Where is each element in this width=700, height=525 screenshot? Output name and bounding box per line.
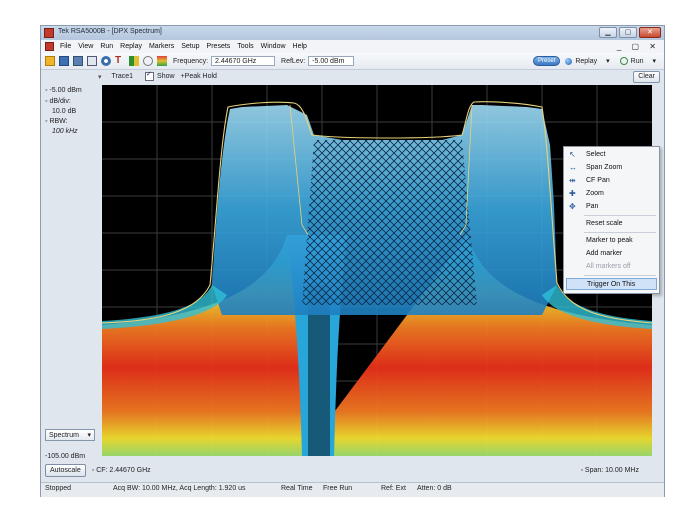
reflev-input[interactable]: -5.00 dBm	[308, 56, 355, 66]
cf-value: CF: 2.44670 GHz	[96, 466, 151, 474]
bottom-level-readout: -105.00 dBm	[45, 453, 86, 460]
menu-separator	[584, 275, 656, 276]
app-menu-icon[interactable]	[45, 42, 54, 51]
minimize-button[interactable]: ▁	[599, 27, 617, 38]
replay-label: Replay	[575, 57, 598, 65]
main-toolbar: T Frequency: 2.44670 GHz RefLev: -5.00 d…	[41, 53, 664, 70]
db-div-value: 10.0 dB	[52, 108, 77, 115]
menu-file[interactable]: File	[60, 43, 78, 50]
menu-view[interactable]: View	[78, 43, 100, 50]
menu-item-span-zoom[interactable]: ↔ Span Zoom	[564, 162, 659, 174]
trace-selector[interactable]: Trace1	[112, 73, 134, 80]
rbw-readout[interactable]: ◦ RBW:	[45, 118, 68, 125]
axis-bar: Autoscale ◦ CF: 2.44670 GHz ◦ Span: 10.0…	[41, 463, 664, 477]
ref-level-value: -5.00 dBm	[49, 87, 82, 94]
menu-item-select[interactable]: ↖ Select	[564, 149, 659, 161]
save-icon[interactable]	[59, 56, 69, 66]
open-folder-icon[interactable]	[45, 56, 55, 66]
span-readout[interactable]: ◦ Span: 10.00 MHz	[580, 467, 639, 474]
copy-icon[interactable]	[87, 56, 97, 66]
run-state: Stopped	[45, 485, 72, 492]
status-bar: Stopped Acq BW: 10.00 MHz, Acq Length: 1…	[41, 482, 664, 497]
pan-icon: ✥	[569, 202, 576, 211]
menu-window[interactable]: Window	[261, 43, 293, 50]
replay-button[interactable]: Replay ▾	[565, 57, 610, 65]
db-div-label: dB/div:	[49, 98, 71, 105]
context-menu: ↖ Select ↔ Span Zoom ⇹ CF Pan ✚ Zoom ✥ Pan Re…	[563, 146, 660, 294]
select-arrow-icon: ↖	[569, 150, 576, 159]
ref-level-readout[interactable]: ◦ -5.00 dBm	[45, 87, 82, 94]
menu-separator	[584, 232, 656, 233]
trigger-icon[interactable]: T	[115, 56, 125, 66]
replay-dropdown-icon[interactable]: ▾	[606, 57, 610, 65]
application-window: Tek RSA5000B - [DPX Spectrum] ▁ ▢ ✕ File…	[40, 25, 665, 497]
trace-bar: ▾ Trace1 Show +Peak Hold Clear	[41, 70, 664, 83]
run-label: Run	[630, 57, 644, 65]
menu-item-zoom[interactable]: ✚ Zoom	[564, 188, 659, 200]
menu-markers[interactable]: Markers	[149, 43, 181, 50]
acquisition-mode: Real Time	[281, 485, 313, 492]
trace-dropdown-icon[interactable]: ▾	[98, 73, 102, 81]
app-logo-icon	[44, 28, 54, 38]
run-icon	[619, 57, 628, 65]
zoom-icon: ✚	[569, 189, 576, 198]
window-title: Tek RSA5000B - [DPX Spectrum]	[58, 28, 162, 35]
menu-run[interactable]: Run	[100, 43, 120, 50]
print-icon[interactable]	[73, 56, 83, 66]
measurements-icon[interactable]	[129, 56, 139, 66]
menu-item-reset-scale[interactable]: Reset scale	[564, 218, 659, 230]
displays-icon[interactable]	[157, 56, 167, 66]
menu-item-pan[interactable]: ✥ Pan	[564, 201, 659, 213]
menu-item-marker-to-peak[interactable]: Marker to peak	[564, 235, 659, 247]
menu-help[interactable]: Help	[293, 43, 314, 50]
menu-separator	[584, 215, 656, 216]
title-bar: Tek RSA5000B - [DPX Spectrum] ▁ ▢ ✕	[41, 26, 664, 40]
window-controls: ▁ ▢ ✕	[599, 27, 661, 38]
attenuation: Atten: 0 dB	[417, 485, 452, 492]
run-dropdown-icon[interactable]: ▾	[652, 57, 656, 65]
preset-button[interactable]: Preset	[532, 56, 561, 66]
acquisition-info: Acq BW: 10.00 MHz, Acq Length: 1.920 us	[113, 485, 246, 492]
menu-tools[interactable]: Tools	[237, 43, 260, 50]
signal-mesh	[302, 140, 477, 305]
rbw-value: 100 kHz	[52, 128, 78, 135]
menu-item-all-markers-off: All markers off	[586, 263, 631, 270]
span-value: Span: 10.00 MHz	[584, 466, 639, 474]
trigger-mode: Free Run	[323, 485, 353, 492]
close-button[interactable]: ✕	[639, 27, 661, 38]
maximize-button[interactable]: ▢	[619, 27, 637, 38]
reflev-label: RefLev:	[281, 57, 306, 65]
frequency-input[interactable]: 2.44670 GHz	[211, 56, 276, 66]
menu-item-trigger-on-this[interactable]: Trigger On This	[566, 278, 657, 290]
menu-item-cf-pan[interactable]: ⇹ CF Pan	[564, 175, 659, 187]
center-frequency-readout[interactable]: ◦ CF: 2.44670 GHz	[92, 467, 151, 474]
clear-button[interactable]: Clear	[633, 70, 660, 83]
reference-source: Ref: Ext	[381, 485, 406, 492]
run-button[interactable]: Run ▾	[619, 57, 656, 65]
db-div-readout[interactable]: ◦ dB/div:	[45, 98, 71, 105]
show-checkbox[interactable]	[145, 70, 155, 81]
frequency-label: Frequency:	[173, 57, 209, 65]
settings-gear-icon[interactable]	[101, 56, 111, 66]
show-label: Show	[157, 73, 175, 80]
view-select[interactable]: Spectrum	[45, 429, 95, 442]
span-zoom-icon: ↔	[569, 163, 577, 172]
cf-pan-icon: ⇹	[569, 176, 576, 185]
markers-icon[interactable]	[143, 56, 153, 66]
menu-item-add-marker[interactable]: Add marker	[564, 248, 659, 260]
autoscale-button[interactable]: Autoscale	[45, 463, 86, 477]
peak-hold-selector[interactable]: +Peak Hold	[181, 73, 217, 80]
menu-replay[interactable]: Replay	[120, 43, 149, 50]
menu-bar: File View Run Replay Markers Setup Prese…	[41, 40, 664, 53]
mdi-window-controls[interactable]: _ ▢ ✕	[617, 42, 660, 51]
scale-panel: ◦ -5.00 dBm ◦ dB/div: 10.0 dB ◦ RBW: 100…	[41, 84, 101, 466]
menu-setup[interactable]: Setup	[181, 43, 206, 50]
replay-icon	[565, 57, 573, 65]
menu-presets[interactable]: Presets	[207, 43, 238, 50]
rbw-label: RBW:	[49, 118, 68, 125]
